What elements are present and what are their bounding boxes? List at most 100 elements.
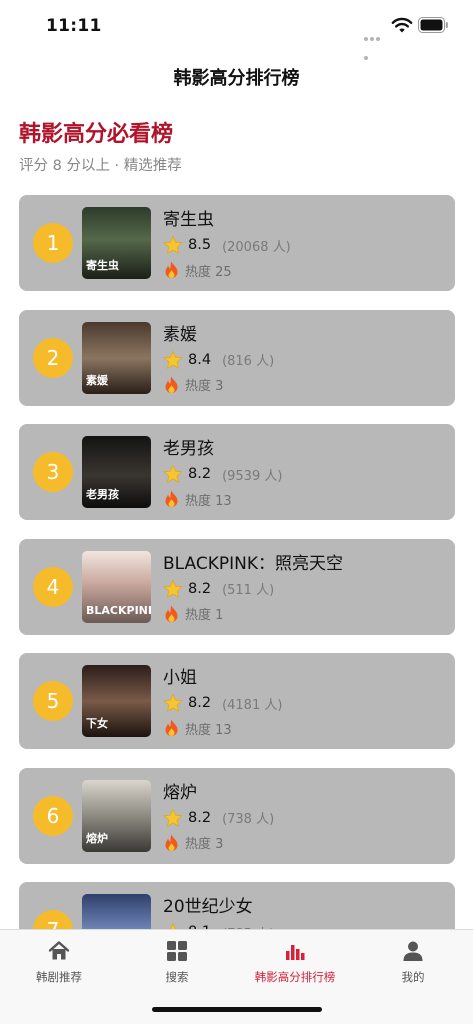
movie-card[interactable]: 720世纪20世纪少女8.1(785 人)热度 5 <box>19 882 455 929</box>
star-icon <box>163 464 183 484</box>
movie-card[interactable]: 3 老男孩 老男孩 8.2 (9539 人) 热度 13 <box>19 424 455 520</box>
rating-score: 8.4 <box>188 351 212 368</box>
wifi-icon <box>391 17 413 33</box>
rating-count: (511 人) <box>222 583 275 598</box>
fire-icon <box>165 261 178 278</box>
rating-row: 8.4 (816 人) <box>163 349 274 371</box>
grid-icon <box>167 941 187 961</box>
rating-count: (738 人) <box>222 812 275 827</box>
star-icon <box>163 693 183 713</box>
heat-text: 热度 13 <box>185 722 232 738</box>
rating-score: 8.2 <box>188 466 212 482</box>
heat-text: 热度 3 <box>185 837 224 852</box>
movie-poster: BLACKPINK <box>82 550 151 623</box>
movie-poster: 20世纪 <box>82 894 151 929</box>
movie-title: 熔炉 <box>163 782 197 803</box>
rating-count: (816 人) <box>222 354 275 369</box>
poster-title: 老男孩 <box>86 488 119 501</box>
movie-title: 素媛 <box>163 324 197 345</box>
movie-poster: 熔炉 <box>82 779 151 852</box>
rating-row: 8.2 (9539 人) <box>163 463 282 485</box>
heat-row: 热度 1 <box>164 604 223 624</box>
movie-card[interactable]: 6 熔炉 熔炉 8.2 (738 人) 热度 3 <box>19 767 455 864</box>
movie-title: 寄生虫 <box>163 210 214 230</box>
rating-row: 8.5 (20068 人) <box>163 234 291 256</box>
battery-icon <box>418 17 448 33</box>
tab-label: 韩剧推荐 <box>36 970 82 984</box>
heat-row: 热度 25 <box>164 260 232 280</box>
fire-icon <box>165 605 178 622</box>
page-title: 韩影高分必看榜 <box>19 122 174 147</box>
rank-badge: 2 <box>33 337 73 378</box>
rating-score: 8.5 <box>188 237 212 253</box>
status-bar: 11:11 <box>0 0 473 60</box>
list-header: 韩影高分必看榜 评分 8 分以上 · 精选推荐 <box>19 118 459 176</box>
movie-poster: 素媛 <box>82 321 151 394</box>
rating-count: (9539 人) <box>222 468 283 484</box>
movie-poster: 下女 <box>82 665 151 737</box>
heat-text: 热度 25 <box>185 264 232 280</box>
fire-icon <box>165 490 178 507</box>
tab-label: 我的 <box>401 970 425 984</box>
star-icon <box>163 350 183 369</box>
page-subtitle: 评分 8 分以上 · 精选推荐 <box>19 158 182 174</box>
movie-poster: 寄生虫 <box>82 207 151 279</box>
rank-badge: 5 <box>33 681 73 721</box>
movie-card[interactable]: 4 BLACKPINK BLACKPINK：照亮天空 8.2 (511 人) 热度 1 <box>19 538 455 635</box>
poster-title: 素媛 <box>86 373 108 387</box>
rating-score: 8.2 <box>188 580 212 597</box>
movie-title: BLACKPINK：照亮天空 <box>163 553 344 574</box>
heat-text: 热度 3 <box>185 379 224 394</box>
movie-card[interactable]: 2 素媛 素媛 8.4 (816 人) 热度 3 <box>19 309 455 406</box>
rank-badge: 7 <box>33 910 73 929</box>
poster-title: 熔炉 <box>86 831 108 845</box>
rank-badge: 6 <box>33 795 73 836</box>
movie-title: 20世纪少女 <box>163 897 253 917</box>
movie-title: 小姐 <box>163 668 197 688</box>
nav-title: 韩影高分排行榜 <box>173 68 300 89</box>
rating-row: 8.2 (4181 人) <box>163 692 282 714</box>
heat-text: 热度 1 <box>185 608 224 623</box>
star-icon <box>168 922 178 929</box>
ranking-list[interactable]: 1 寄生虫 寄生虫 8.5 (20068 人) 热度 25 2 素媛 素媛 8.4 (816 人) 热… <box>0 195 473 929</box>
movie-list: 1 寄生虫 寄生虫 8.5 (20068 人) 热度 25 2 素媛 素媛 8.4 (816 人) 热… <box>19 195 455 929</box>
tab-search[interactable]: 搜索 <box>118 930 236 990</box>
star-icon <box>163 579 183 598</box>
tab-label: 搜索 <box>165 970 189 984</box>
heat-row: 热度 13 <box>164 489 232 509</box>
fire-icon <box>165 834 178 851</box>
tab-label: 韩影高分排行榜 <box>254 970 336 984</box>
rank-badge: 3 <box>33 452 73 492</box>
status-time: 11:11 <box>46 16 102 36</box>
rating-count: (20068 人) <box>222 239 291 255</box>
movie-poster: 老男孩 <box>82 436 151 508</box>
home-indicator <box>152 1007 322 1012</box>
tab-mine[interactable]: 我的 <box>354 930 472 990</box>
rating-row: 8.2 (511 人) <box>163 578 274 600</box>
fire-icon <box>165 719 178 736</box>
rank-badge: 4 <box>33 566 73 607</box>
rating-row: 8.2 (738 人) <box>163 807 274 829</box>
tab-ranking[interactable]: 韩影高分排行榜 <box>236 930 354 990</box>
star-icon <box>163 808 183 827</box>
rank-badge: 1 <box>33 223 73 263</box>
heat-text: 热度 13 <box>185 493 232 509</box>
poster-title: 寄生虫 <box>86 259 119 272</box>
poster-title: 下女 <box>86 717 108 730</box>
fire-icon <box>165 376 178 393</box>
poster-title: BLACKPINK <box>86 603 151 617</box>
bar-chart-icon <box>286 945 305 960</box>
movie-card[interactable]: 1 寄生虫 寄生虫 8.5 (20068 人) 热度 25 <box>19 195 455 291</box>
rating-score: 8.2 <box>188 695 212 711</box>
movie-title: 老男孩 <box>163 439 214 459</box>
home-icon <box>48 941 70 960</box>
tab-korean-drama[interactable]: 韩剧推荐 <box>0 930 118 990</box>
person-icon <box>403 941 423 961</box>
heat-row: 热度 3 <box>164 375 223 395</box>
rating-count: (4181 人) <box>222 697 283 713</box>
rating-row: 8.1(785 人) <box>163 921 274 929</box>
signal-dots-icon <box>364 26 386 60</box>
movie-card[interactable]: 5 下女 小姐 8.2 (4181 人) 热度 13 <box>19 653 455 749</box>
rating-score: 8.2 <box>188 809 212 826</box>
heat-row: 热度 13 <box>164 718 232 738</box>
